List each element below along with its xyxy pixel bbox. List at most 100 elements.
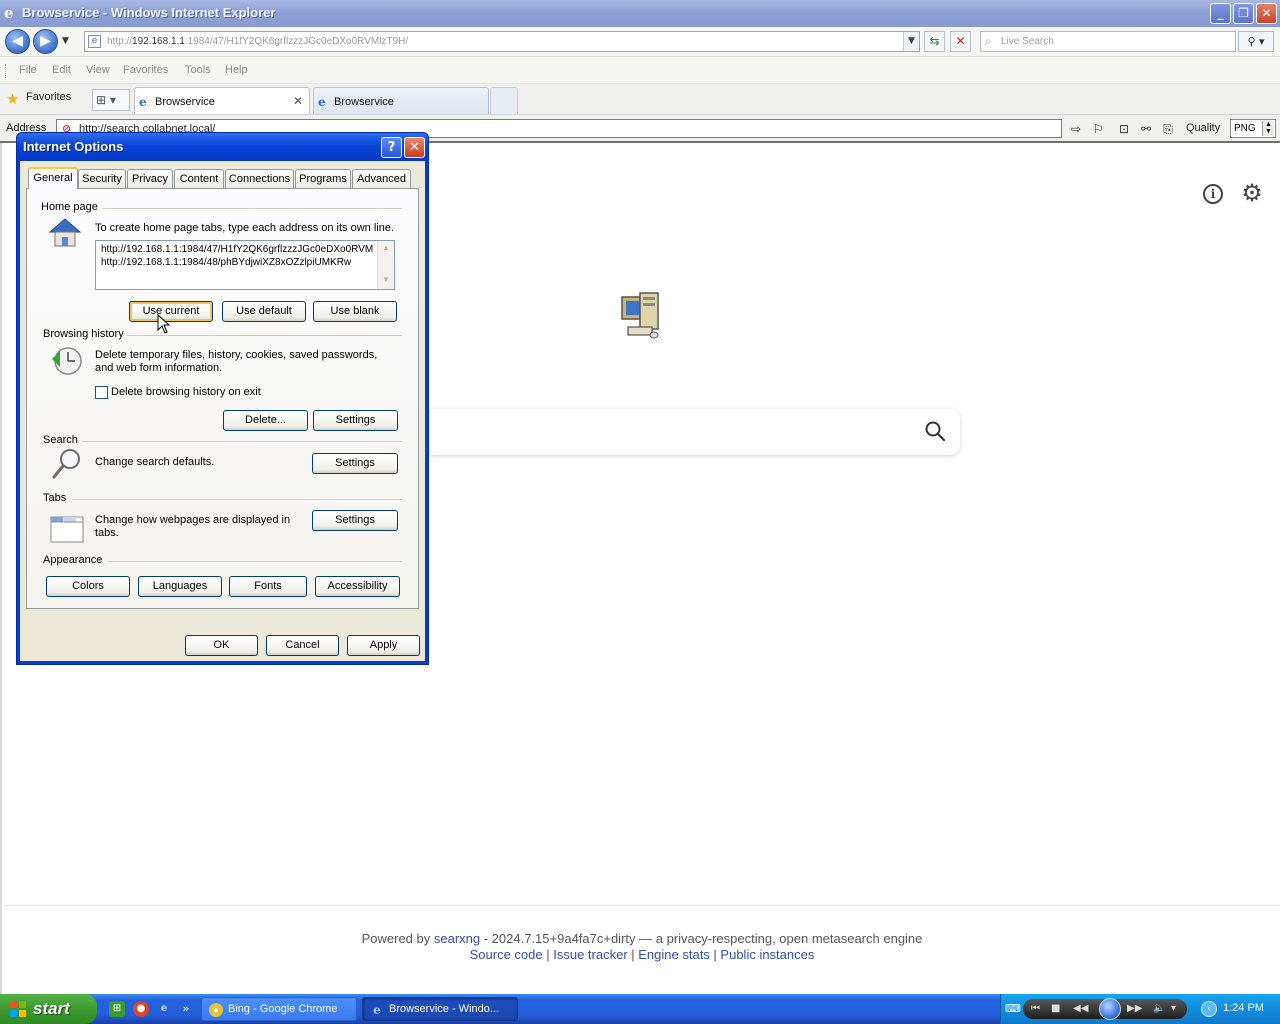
refresh-icon: ⇆ [929, 34, 940, 48]
keyboard-tray-icon[interactable]: ⌨ [1005, 1002, 1021, 1015]
tab-general[interactable]: General [28, 167, 78, 189]
public-instances-link[interactable]: Public instances [720, 947, 814, 962]
tab-content[interactable]: Content [174, 169, 224, 188]
issue-tracker-link[interactable]: Issue tracker [553, 947, 627, 962]
live-search-input[interactable]: ⌕ Live Search [980, 31, 1236, 52]
search-input[interactable] [430, 409, 960, 455]
start-button[interactable]: start [0, 994, 97, 1024]
quality-spinner-icon[interactable]: ▲ ▼ [1262, 121, 1274, 136]
go-arrow-icon[interactable]: ⇨ [1067, 120, 1085, 138]
tab-browservice-2[interactable]: e Browservice [313, 87, 489, 114]
favorites-star-icon[interactable]: ★ [6, 90, 19, 108]
task-bing-chrome[interactable]: ● Bing - Google Chrome [201, 997, 357, 1021]
minimize-button[interactable]: _ [1210, 3, 1231, 24]
tab-advanced[interactable]: Advanced [352, 169, 411, 188]
back-button[interactable]: ◀ [5, 29, 30, 54]
window-titlebar[interactable]: e Browservice - Windows Internet Explore… [0, 0, 1280, 27]
url-text[interactable]: http://192.168.1.1:1984/47/H1fY2QK6grflz… [107, 36, 408, 47]
new-tab-button[interactable] [490, 87, 518, 114]
media-rewind-icon[interactable]: ◀◀ [1073, 1003, 1088, 1014]
stop-button[interactable]: ✕ [950, 31, 971, 52]
searxng-logo-icon [621, 292, 659, 339]
search-settings-button[interactable]: Settings [312, 453, 398, 474]
group-divider [82, 441, 402, 442]
languages-button[interactable]: Languages [138, 576, 222, 597]
help-button[interactable]: ? [381, 137, 402, 158]
search-icon[interactable] [924, 420, 946, 442]
textarea-scrollbar[interactable]: ▲ ▼ [377, 241, 394, 289]
toolbar-grip[interactable] [5, 64, 7, 78]
history-dropdown-icon[interactable]: ▼ [62, 36, 69, 46]
info-icon[interactable]: i [1203, 184, 1223, 204]
tab-privacy[interactable]: Privacy [127, 169, 173, 188]
quality-label: Quality [1186, 122, 1221, 134]
history-settings-button[interactable]: Settings [313, 410, 398, 431]
tab-browservice-1[interactable]: e Browservice ✕ [134, 87, 310, 114]
chrome-quicklaunch-icon[interactable]: ● [133, 1001, 149, 1017]
delete-history-button[interactable]: Delete... [223, 410, 308, 431]
clipboard-icon[interactable]: ⎘ [1159, 120, 1177, 138]
tray-expand-icon[interactable]: ‹ [1201, 1001, 1217, 1017]
media-player-toolbar[interactable]: ⏮ ■ ◀◀ ▶▶ 🔈 ▾ [1023, 998, 1187, 1020]
menu-help[interactable]: Help [225, 64, 248, 76]
dialog-close-button[interactable]: ✕ [404, 137, 425, 158]
media-prev-icon[interactable]: ⏮ [1031, 1003, 1040, 1014]
ie-quicklaunch-icon[interactable]: e [156, 1001, 172, 1017]
menu-edit[interactable]: Edit [52, 64, 71, 76]
tab-close-icon[interactable]: ✕ [293, 94, 303, 108]
accessibility-button[interactable]: Accessibility [315, 576, 400, 597]
menu-file[interactable]: File [19, 64, 37, 76]
media-forward-icon[interactable]: ▶▶ [1127, 1003, 1142, 1014]
use-current-button[interactable]: Use current [129, 301, 213, 322]
engine-stats-link[interactable]: Engine stats [638, 947, 710, 962]
favorites-button[interactable]: Favorites [26, 91, 71, 103]
media-play-button[interactable] [1099, 998, 1121, 1020]
media-stop-icon[interactable]: ■ [1051, 1003, 1060, 1014]
restore-button[interactable]: ❐ [1233, 3, 1254, 24]
find-icon[interactable]: ⊡ [1115, 120, 1133, 138]
source-code-link[interactable]: Source code [470, 947, 543, 962]
delete-on-exit-checkbox[interactable] [95, 386, 108, 399]
home-page-group-title: Home page [41, 201, 98, 213]
menu-favorites[interactable]: Favorites [123, 64, 168, 76]
cancel-button[interactable]: Cancel [266, 635, 339, 656]
task-browservice-ie[interactable]: e Browservice - Windo... [362, 997, 518, 1021]
footer-divider [4, 905, 1280, 906]
url-dropdown-icon[interactable]: ▼ [903, 32, 919, 51]
use-blank-button[interactable]: Use blank [313, 301, 397, 322]
apply-button[interactable]: Apply [347, 635, 420, 656]
dialog-titlebar[interactable]: Internet Options ? ✕ [17, 133, 428, 161]
fonts-button[interactable]: Fonts [229, 576, 307, 597]
url-bar[interactable]: e http://192.168.1.1:1984/47/H1fY2QK6grf… [84, 31, 920, 52]
quicklaunch-overflow-icon[interactable]: » [178, 1001, 194, 1017]
clock: 1:24 PM [1223, 1002, 1264, 1014]
home-page-urls-textarea[interactable]: http://192.168.1.1:1984/47/H1fY2QK6grflz… [95, 240, 395, 290]
forward-button[interactable]: ▶ [33, 29, 58, 54]
desktop-quicklaunch-icon[interactable]: ⊞ [109, 1001, 125, 1017]
quality-value: PNG [1234, 123, 1256, 134]
scroll-up-icon[interactable]: ▲ [382, 243, 390, 252]
tabs-settings-button[interactable]: Settings [312, 510, 398, 531]
use-default-button[interactable]: Use default [222, 301, 306, 322]
searxng-link[interactable]: searxng [434, 931, 480, 946]
menu-tools[interactable]: Tools [185, 64, 211, 76]
colors-button[interactable]: Colors [46, 576, 130, 597]
bookmark-icon[interactable]: ⚐ [1089, 120, 1107, 138]
scroll-down-icon[interactable]: ▼ [382, 275, 390, 284]
quick-tabs-button[interactable]: ⊞ ▾ [92, 89, 130, 111]
menu-view[interactable]: View [86, 64, 110, 76]
media-menu-icon[interactable]: ▾ [1171, 1003, 1176, 1014]
volume-icon[interactable]: 🔈 [1153, 1003, 1165, 1014]
refresh-button[interactable]: ⇆ [924, 31, 945, 52]
quality-select[interactable]: PNG ▲ ▼ [1230, 119, 1276, 138]
live-search-go-button[interactable]: ⚲ ▾ [1238, 31, 1274, 52]
tab-security[interactable]: Security [78, 169, 126, 188]
ok-button[interactable]: OK [185, 635, 258, 656]
tab-connections[interactable]: Connections [225, 169, 294, 188]
binoculars-icon[interactable]: ⚯ [1137, 120, 1155, 138]
close-window-button[interactable]: ✕ [1256, 3, 1277, 24]
tab-programs[interactable]: Programs [295, 169, 351, 188]
history-clock-icon [52, 347, 82, 375]
delete-on-exit-label[interactable]: Delete browsing history on exit [111, 386, 261, 399]
gear-icon[interactable]: ⚙ [1240, 181, 1264, 205]
